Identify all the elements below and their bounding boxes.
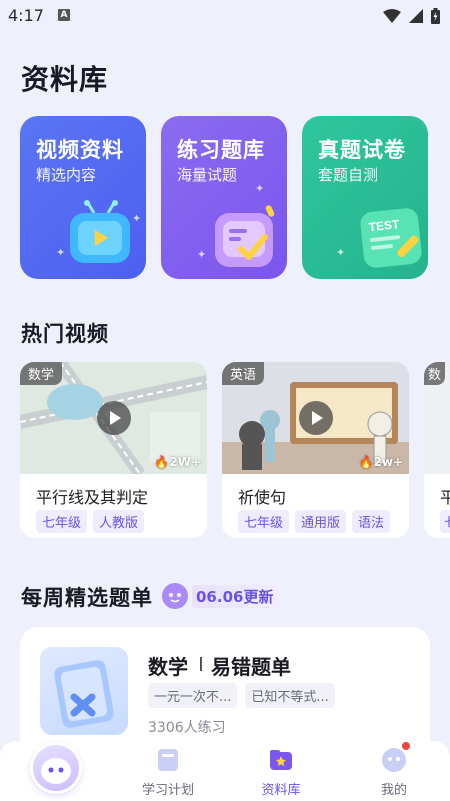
study-plan-icon <box>158 749 178 771</box>
subject-tag: 数 <box>424 362 446 385</box>
nav-profile[interactable]: 我的 <box>349 741 439 801</box>
status-icons <box>383 6 440 26</box>
category-title: 视频资料 <box>36 138 124 162</box>
status-time: 4:17 <box>8 6 44 25</box>
set-subject: 数学 <box>148 655 188 679</box>
test-paper-icon: TEST <box>359 207 423 269</box>
play-icon[interactable] <box>298 401 333 435</box>
category-subtitle: 套题自测 <box>318 166 379 184</box>
video-tags: 七年级 人教版 <box>36 510 145 533</box>
view-count-value: 2w+ <box>373 455 404 469</box>
tag: 语法 <box>352 510 391 533</box>
set-topics: 一元一次不... 已知不等式... <box>148 683 335 708</box>
play-icon[interactable] <box>96 401 131 435</box>
video-title: 平 <box>440 488 450 507</box>
sparkle-icon: ✦ <box>255 182 265 195</box>
video-thumbnail: 数 <box>424 362 450 474</box>
video-thumbnail: 数学 🔥2W+ <box>20 362 207 474</box>
signal-icon <box>409 9 423 23</box>
category-card-practice[interactable]: 练习题库 海量试题 ✦ ✦ <box>161 116 287 279</box>
assistant-button[interactable] <box>30 742 82 794</box>
nav-library[interactable]: 资料库 <box>236 741 326 801</box>
hot-videos-title: 热门视频 <box>21 322 109 346</box>
topic-tag: 已知不等式... <box>245 683 335 708</box>
set-type: 易错题单 <box>211 655 291 679</box>
category-card-exam[interactable]: 真题试卷 套题自测 ✦ TEST <box>302 116 428 279</box>
sparkle-icon: ✦ <box>336 246 346 259</box>
category-title: 真题试卷 <box>318 138 406 162</box>
notification-icon: A <box>58 9 70 21</box>
divider <box>200 657 202 671</box>
view-count: 🔥2w+ <box>358 455 404 469</box>
test-paper-label: TEST <box>368 217 400 235</box>
quiz-check-icon <box>215 205 275 267</box>
nav-study-plan[interactable]: 学习计划 <box>123 741 213 801</box>
tv-play-icon <box>70 200 130 263</box>
assistant-icon <box>41 758 71 784</box>
tag: 通用版 <box>295 510 347 533</box>
mascot-icon <box>162 583 188 609</box>
category-card-video[interactable]: 视频资料 精选内容 ✦ ✦ <box>20 116 146 279</box>
video-thumbnail: 英语 🔥2w+ <box>222 362 409 474</box>
tag: 人教版 <box>93 510 145 533</box>
view-count: 🔥2W+ <box>154 455 201 469</box>
category-title: 练习题库 <box>177 138 265 162</box>
weekly-title: 每周精选题单 <box>21 586 153 610</box>
tag: 七 <box>440 510 450 533</box>
library-icon <box>270 750 292 770</box>
video-card[interactable]: 英语 🔥2w+ 祈使句 七年级 通用版 语法 <box>222 362 409 538</box>
subject-tag: 数学 <box>20 362 63 385</box>
update-badge: 06.06更新 <box>162 583 282 609</box>
video-card-partial[interactable]: 数 平 七 <box>424 362 450 538</box>
battery-icon <box>431 8 440 24</box>
video-tags: 七 <box>440 510 450 533</box>
nav-label: 学习计划 <box>141 783 194 798</box>
subject-tag: 英语 <box>222 362 265 385</box>
tag: 七年级 <box>238 510 290 533</box>
nav-label: 资料库 <box>261 783 301 798</box>
category-subtitle: 海量试题 <box>177 166 238 184</box>
nav-label: 我的 <box>380 783 407 798</box>
video-card[interactable]: 数学 🔥2W+ 平行线及其判定 七年级 人教版 <box>20 362 207 538</box>
video-title: 祈使句 <box>238 488 287 507</box>
notification-dot <box>402 742 410 750</box>
problem-set-card[interactable]: 数学 易错题单 一元一次不... 已知不等式... 3306人练习 <box>20 627 430 757</box>
update-badge-text: 06.06更新 <box>192 584 282 608</box>
topic-tag: 一元一次不... <box>148 683 238 708</box>
tag: 七年级 <box>36 510 88 533</box>
problem-set-icon <box>40 647 128 735</box>
view-count-value: 2W+ <box>169 455 201 469</box>
page-title: 资料库 <box>21 63 109 96</box>
category-subtitle: 精选内容 <box>36 166 97 184</box>
profile-icon <box>382 748 406 772</box>
wifi-icon <box>383 9 401 23</box>
video-tags: 七年级 通用版 语法 <box>238 510 391 533</box>
video-title: 平行线及其判定 <box>36 488 149 507</box>
status-bar: 4:17 A <box>0 0 450 32</box>
practice-count: 3306人练习 <box>148 720 226 736</box>
